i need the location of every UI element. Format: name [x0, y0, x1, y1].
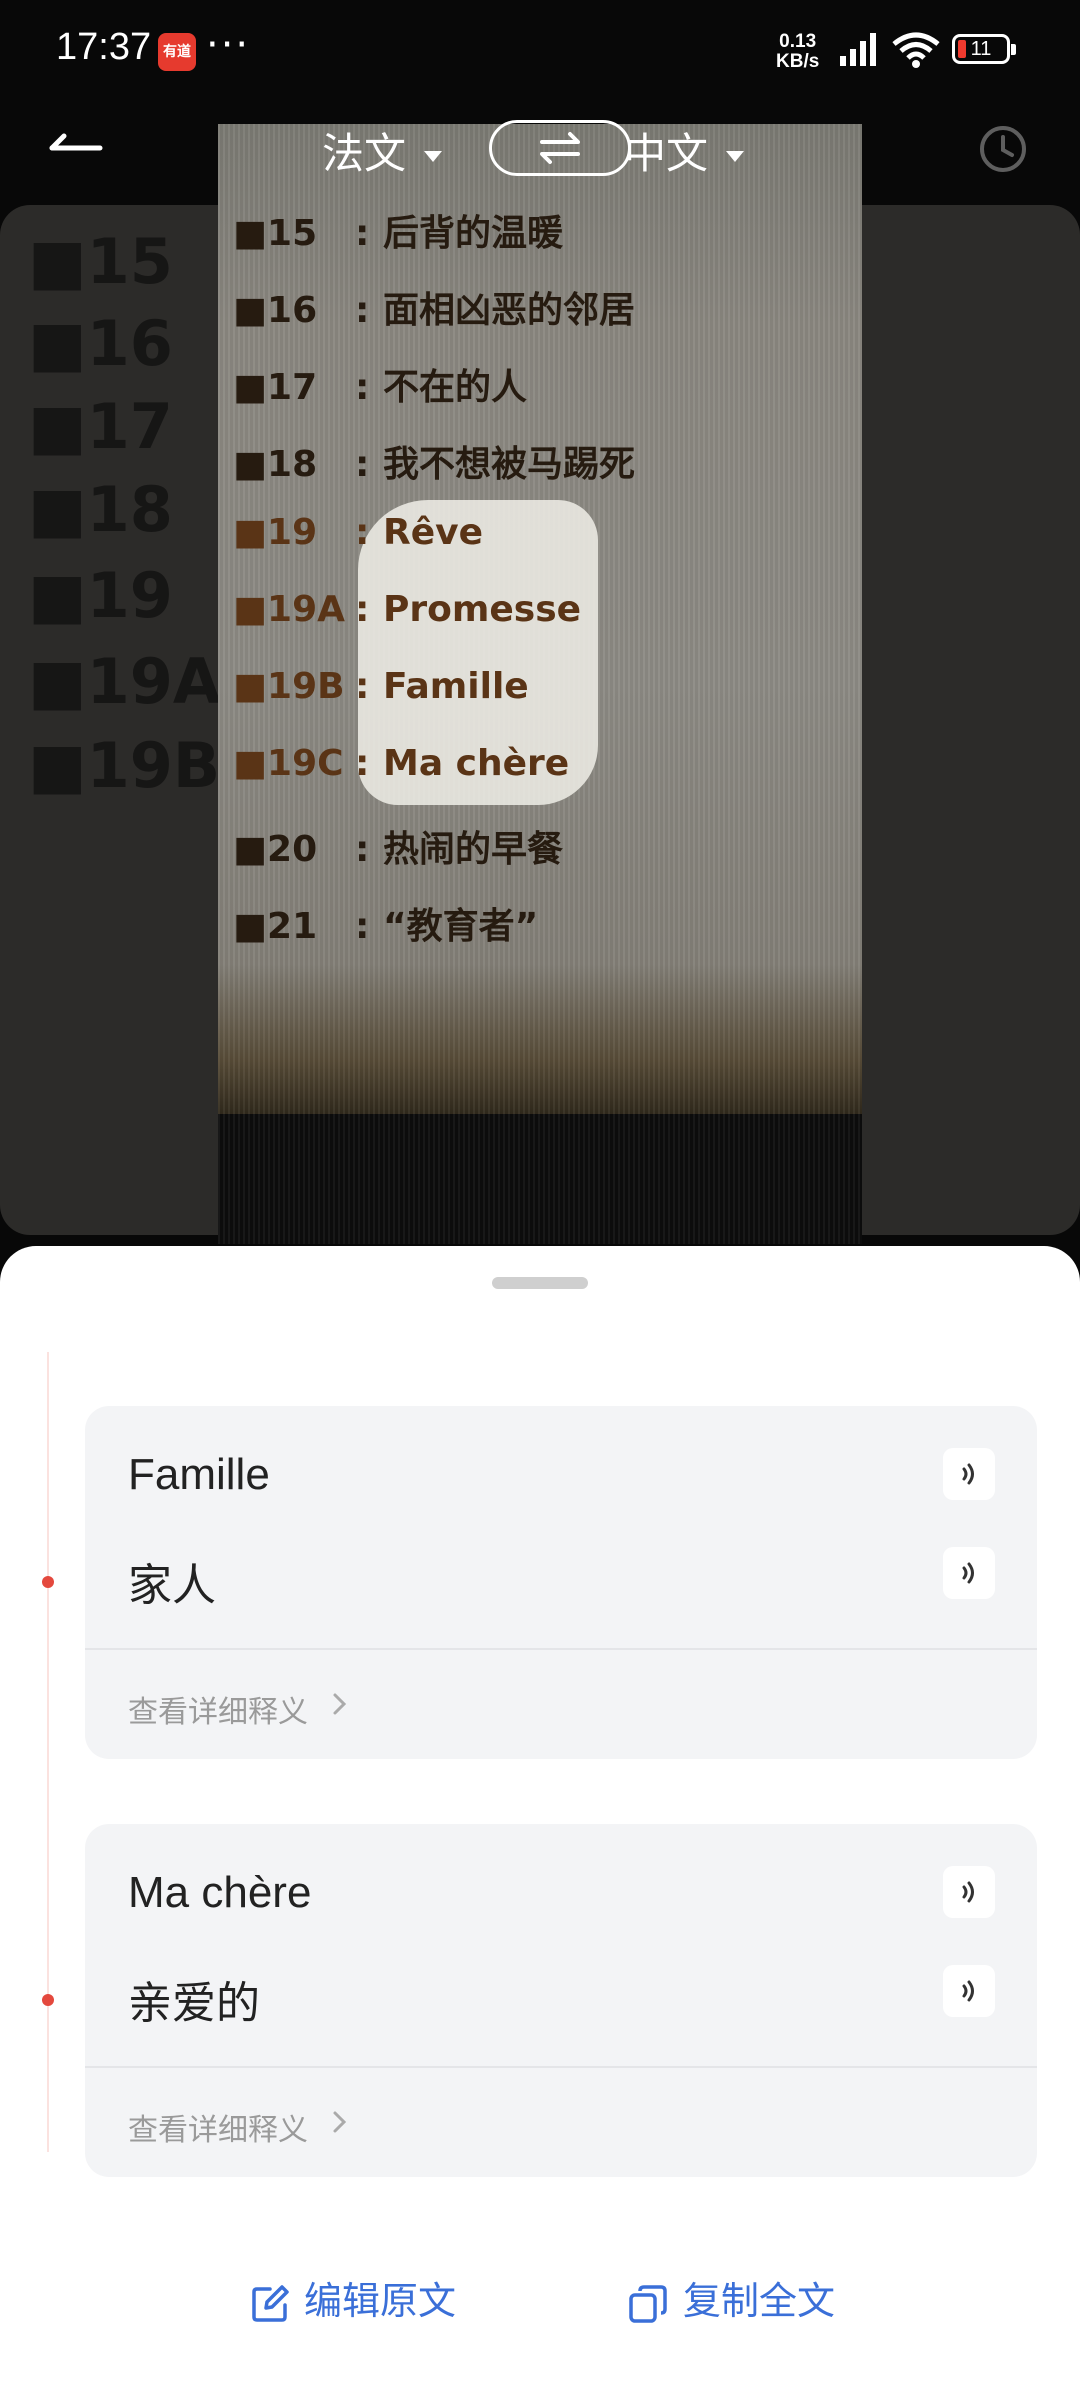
signal-icon	[840, 33, 876, 66]
photo-text-line: ■19A: Promesse	[233, 589, 582, 630]
timeline-dot	[42, 1576, 54, 1588]
speaker-button[interactable]	[943, 1866, 995, 1918]
chevron-down-icon	[726, 151, 745, 162]
source-text: Famille	[128, 1450, 270, 1499]
photo-text-line: ■19: Rêve	[233, 512, 484, 553]
blur-line: ■15	[28, 225, 173, 298]
view-details-link[interactable]: 查看详细释义	[128, 2105, 308, 2149]
wifi-icon	[892, 32, 940, 68]
photo-text-line: ■16: 面相凶恶的邻居	[233, 290, 636, 331]
timeline-line	[47, 1352, 49, 2152]
source-text: Ma chère	[128, 1868, 312, 1917]
divider	[85, 1648, 1037, 1650]
source-language-select[interactable]: 法文	[322, 120, 443, 181]
speaker-icon	[962, 1463, 974, 1485]
blur-line: ■16	[28, 307, 173, 380]
translation-result-sheet: Famille 家人 查看详细释义 Ma chère 亲爱的 查看详细释义 编辑…	[0, 1246, 1080, 2401]
view-details-link[interactable]: 查看详细释义	[128, 1687, 308, 1731]
speaker-button[interactable]	[943, 1448, 995, 1500]
speaker-button[interactable]	[943, 1547, 995, 1599]
chevron-down-icon	[424, 151, 443, 162]
sheet-drag-handle[interactable]	[492, 1277, 588, 1289]
chevron-right-icon	[333, 2111, 347, 2133]
captured-photo: ■15: 后背的温暖 ■16: 面相凶恶的邻居 ■17: 不在的人 ■18: 我不想被马…	[218, 124, 862, 1244]
translated-text: 家人	[128, 1560, 216, 1611]
photo-text-line: ■21: “教育者”	[233, 906, 539, 947]
copy-all-button[interactable]: 复制全文	[627, 2270, 835, 2325]
edit-source-button[interactable]: 编辑原文	[250, 2270, 456, 2325]
blur-line: ■17	[28, 390, 173, 463]
translation-card: Ma chère 亲爱的 查看详细释义	[85, 1824, 1037, 2177]
photo-text-line: ■18: 我不想被马踢死	[233, 444, 636, 485]
youdao-app-icon: 有道	[158, 33, 196, 71]
speaker-icon	[962, 1881, 974, 1903]
blur-line: ■19A	[28, 645, 221, 718]
photo-text-line: ■15: 后背的温暖	[233, 213, 564, 254]
translated-text: 亲爱的	[128, 1978, 260, 2029]
photo-scenery	[218, 964, 862, 1124]
blur-line: ■19B	[28, 729, 221, 802]
target-language-select[interactable]: 中文	[624, 120, 745, 181]
timeline-dot	[42, 1994, 54, 2006]
history-clock-icon[interactable]	[978, 124, 1028, 174]
chevron-right-icon	[333, 1693, 347, 1715]
translation-card: Famille 家人 查看详细释义	[85, 1406, 1037, 1759]
divider	[85, 2066, 1037, 2068]
status-bar: 17:37 有道 ··· 0.13 KB/s 11	[0, 0, 1080, 100]
speaker-button[interactable]	[943, 1965, 995, 2017]
translate-toolbar: 法文 中文	[0, 100, 1080, 200]
back-arrow-icon[interactable]	[46, 128, 106, 168]
photo-text-line: ■19B: Famille	[233, 666, 529, 707]
swap-icon	[540, 132, 580, 164]
network-speed: 0.13 KB/s	[776, 31, 820, 72]
copy-icon	[629, 2284, 667, 2323]
battery-icon: 11	[952, 34, 1016, 64]
speaker-icon	[962, 1562, 974, 1584]
speaker-icon	[962, 1980, 974, 2002]
blur-line: ■19	[28, 559, 173, 632]
swap-languages-button[interactable]	[489, 120, 631, 176]
edit-icon	[252, 2284, 289, 2322]
blur-line: ■18	[28, 473, 173, 546]
more-notifications-icon: ···	[206, 22, 251, 68]
photo-text-line: ■20: 热闹的早餐	[233, 829, 564, 870]
photo-text-line: ■19C: Ma chère	[233, 743, 570, 784]
photo-text-line: ■17: 不在的人	[233, 367, 528, 408]
status-time: 17:37	[56, 26, 152, 68]
